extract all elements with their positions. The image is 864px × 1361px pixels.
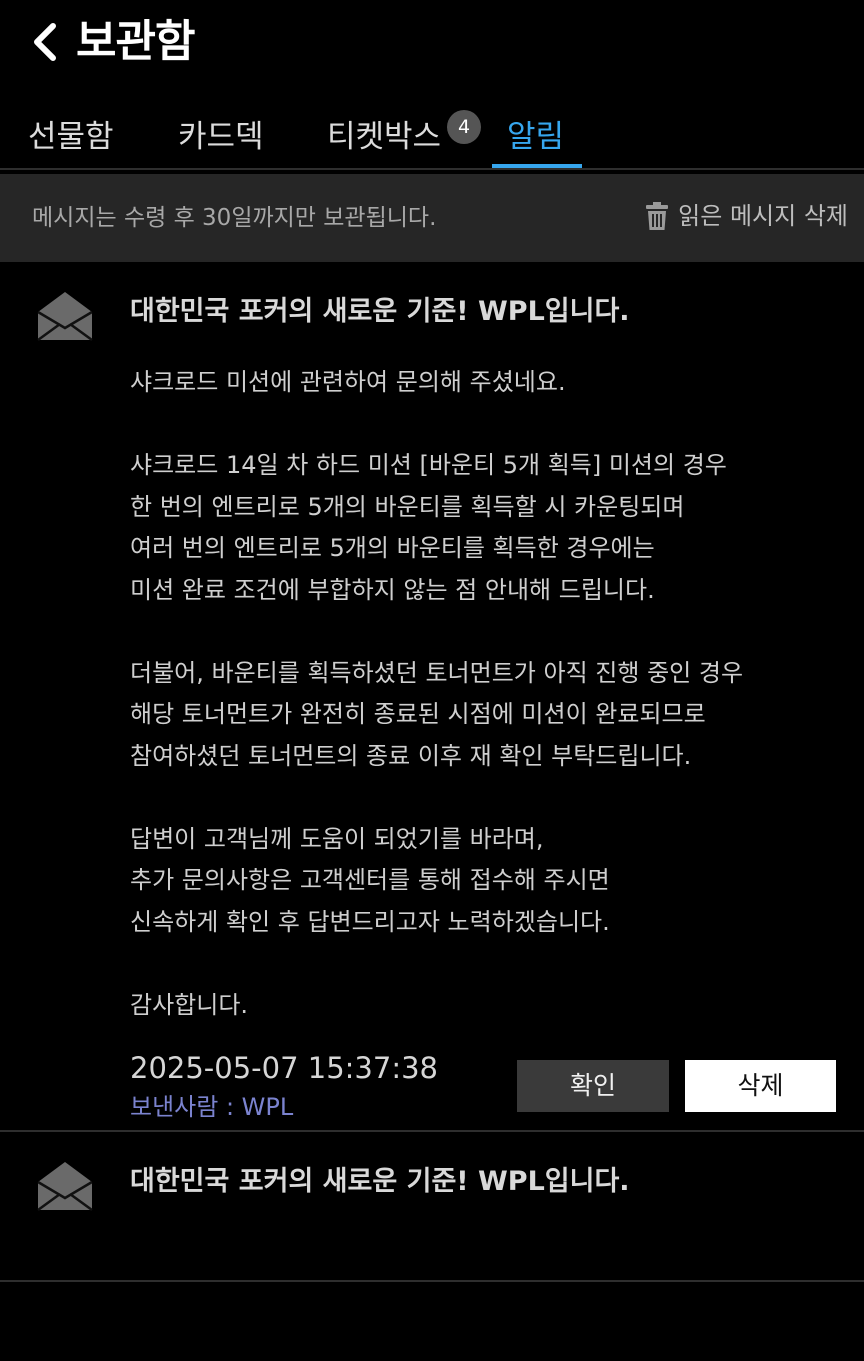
tab-card-deck[interactable]: 카드덱 bbox=[178, 116, 264, 158]
envelope-open-icon bbox=[37, 292, 93, 342]
delete-read-messages-button[interactable]: 읽은 메시지 삭제 bbox=[644, 198, 848, 234]
message-body-line: 한 번의 엔트리로 5개의 바운티를 획득할 시 카운팅되며 bbox=[130, 492, 685, 521]
message-body-line: 샤크로드 14일 차 하드 미션 [바운티 5개 획득] 미션의 경우 bbox=[130, 451, 727, 479]
chevron-left-icon bbox=[34, 23, 56, 61]
message-body-line: 더불어, 바운티를 획득하셨던 토너먼트가 아직 진행 중인 경우 bbox=[130, 658, 744, 687]
delete-button[interactable]: 삭제 bbox=[685, 1060, 836, 1112]
app-root: 보관함 선물함 카드덱 티켓박스 알림 4 메시지는 수령 후 30일까지만 보… bbox=[0, 0, 864, 1361]
confirm-button[interactable]: 확인 bbox=[517, 1060, 669, 1112]
message-body-line: 참여하셨던 토너먼트의 종료 이후 재 확인 부탁드립니다. bbox=[130, 741, 692, 770]
trash-icon bbox=[644, 199, 670, 233]
message-title: 대한민국 포커의 새로운 기준! WPL입니다. bbox=[130, 296, 630, 327]
message-item[interactable]: 대한민국 포커의 새로운 기준! WPL입니다. 샤크로드 미션에 관련하여 문… bbox=[0, 262, 864, 1132]
message-body-line: 미션 완료 조건에 부합하지 않는 점 안내해 드립니다. bbox=[130, 575, 655, 604]
tab-ticket-box[interactable]: 티켓박스 bbox=[327, 116, 441, 158]
message-title: 대한민국 포커의 새로운 기준! WPL입니다. bbox=[130, 1166, 630, 1197]
message-body: 샤크로드 미션에 관련하여 문의해 주셨네요. 샤크로드 14일 차 하드 미션… bbox=[130, 362, 840, 1026]
message-sender: 보낸사람 : WPL bbox=[130, 1093, 294, 1121]
retention-notice: 메시지는 수령 후 30일까지만 보관됩니다. bbox=[32, 205, 437, 231]
message-item[interactable]: 대한민국 포커의 새로운 기준! WPL입니다. bbox=[0, 1132, 864, 1282]
message-body-line: 신속하게 확인 후 답변드리고자 노력하겠습니다. bbox=[130, 907, 610, 936]
delete-read-label: 읽은 메시지 삭제 bbox=[678, 202, 848, 230]
tab-bar: 선물함 카드덱 티켓박스 알림 bbox=[0, 108, 864, 170]
message-body-line: 해당 토너먼트가 완전히 종료된 시점에 미션이 완료되므로 bbox=[130, 700, 706, 728]
back-button[interactable] bbox=[26, 20, 62, 64]
page-title: 보관함 bbox=[76, 16, 195, 67]
active-tab-indicator bbox=[492, 164, 582, 168]
message-body-line: 답변이 고객님께 도움이 되었기를 바라며, bbox=[130, 824, 544, 853]
message-body-line: 여러 번의 엔트리로 5개의 바운티를 획득한 경우에는 bbox=[130, 534, 655, 562]
info-bar: 메시지는 수령 후 30일까지만 보관됩니다. 읽은 메시지 삭제 bbox=[0, 174, 864, 262]
tab-gift-box[interactable]: 선물함 bbox=[28, 116, 114, 158]
ticket-box-count-badge: 4 bbox=[447, 110, 481, 144]
message-date: 2025-05-07 15:37:38 bbox=[130, 1051, 438, 1085]
message-body-line: 추가 문의사항은 고객센터를 통해 접수해 주시면 bbox=[130, 866, 610, 894]
tab-notifications[interactable]: 알림 bbox=[507, 116, 564, 158]
message-body-line: 감사합니다. bbox=[130, 990, 249, 1019]
header: 보관함 bbox=[0, 0, 864, 90]
envelope-open-icon bbox=[37, 1162, 93, 1212]
message-body-line: 샤크로드 미션에 관련하여 문의해 주셨네요. bbox=[130, 368, 566, 396]
